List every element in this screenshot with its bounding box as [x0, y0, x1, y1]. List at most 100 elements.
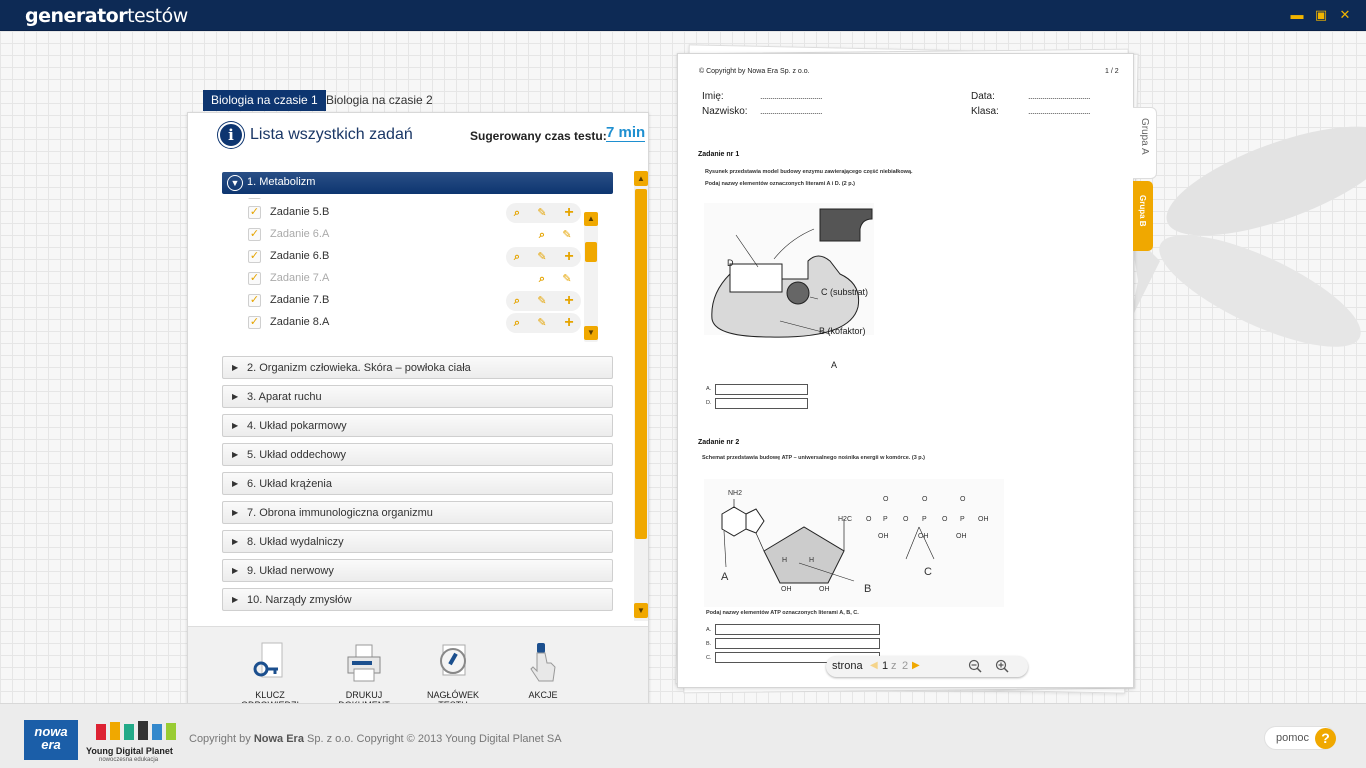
print-button[interactable]: DRUKUJ DOKUMENT [324, 641, 404, 703]
category-row[interactable]: ▶ 4. Układ pokarmowy [222, 414, 613, 437]
task-name[interactable]: Zadanie 6.A [270, 228, 329, 240]
answer-key-button[interactable]: KLUCZ ODPOWIEDZI [230, 641, 310, 703]
scroll-up-icon[interactable]: ▲ [634, 171, 648, 186]
checkbox[interactable]: ✓ [248, 316, 261, 329]
expand-icon: ▶ [232, 566, 239, 575]
footer-copyright: Copyright by Nowa Era Sp. z o.o. Copyrig… [189, 733, 562, 745]
preview-icon[interactable]: ⌕ [509, 293, 525, 309]
title-bar: generatortestów ▬ ▣ ✕ [0, 0, 1366, 31]
edit-icon[interactable]: ✎ [559, 271, 575, 287]
add-icon[interactable]: + [561, 293, 577, 309]
tab-grupa-a[interactable]: Grupa A [1133, 107, 1157, 179]
field-nazwisko: Nazwisko: [702, 106, 748, 117]
o-label: O [866, 516, 872, 523]
task-name[interactable]: Zadanie 5.B [270, 206, 329, 218]
edit-icon[interactable]: ✎ [534, 205, 550, 221]
test-header-button[interactable]: NAGŁÓWEK TESTU [413, 641, 493, 703]
zoom-out-icon[interactable] [968, 659, 982, 673]
preview-icon[interactable]: ⌕ [509, 205, 525, 221]
o-label: O [942, 516, 948, 523]
checkbox[interactable]: ✓ [248, 206, 261, 219]
h2c-label: H2C [838, 516, 853, 523]
preview-icon[interactable]: ⌕ [509, 249, 525, 265]
next-page-icon[interactable]: ▶ [912, 660, 920, 671]
checkbox[interactable]: ✓ [248, 250, 261, 263]
oh-label: OH [781, 586, 792, 593]
category-row[interactable]: ▶ 8. Układ wydalniczy [222, 530, 613, 553]
category-row[interactable]: ▶ 3. Aparat ruchu [222, 385, 613, 408]
actions-button[interactable]: AKCJE [503, 641, 583, 700]
bottom-toolbar: KLUCZ ODPOWIEDZI DRUKUJ DOKUMENT NAGŁÓWE… [188, 626, 648, 703]
page-separator: z [891, 660, 897, 672]
edit-icon[interactable]: ✎ [559, 227, 575, 243]
add-icon[interactable]: + [561, 205, 577, 221]
tab-grupa-b[interactable]: Grupa B [1133, 181, 1153, 251]
help-button[interactable]: pomoc ? [1264, 726, 1336, 750]
task-row: ✓ Zadanie 6.B ⌕ ✎ + [222, 246, 582, 268]
tab-biologia-2[interactable]: Biologia na czasie 2 [318, 90, 441, 111]
task-row: ✓ Zadanie 5.B ⌕ ✎ + [222, 202, 582, 224]
expand-icon: ▶ [232, 508, 239, 517]
preview-icon[interactable]: ⌕ [534, 271, 550, 287]
enzyme-figure [704, 203, 874, 338]
category-metabolizm[interactable]: ▼ 1. Metabolizm [222, 172, 613, 194]
collapse-icon: ▼ [227, 175, 243, 191]
atp-label-a: A [721, 571, 729, 583]
category-label: 5. Układ oddechowy [247, 449, 347, 461]
h-label: H [809, 557, 815, 564]
category-row[interactable]: ▶ 6. Układ krążenia [222, 472, 613, 495]
task1-title: Zadanie nr 1 [698, 151, 740, 158]
edit-icon[interactable]: ✎ [534, 293, 550, 309]
category-row[interactable]: ▶ 2. Organizm człowieka. Skóra – powłoka … [222, 356, 613, 379]
minimize-button[interactable]: ▬ [1290, 8, 1304, 22]
task-name[interactable]: Zadanie 7.B [270, 294, 329, 306]
category-row[interactable]: ▶ 5. Układ oddechowy [222, 443, 613, 466]
sublist-scrollbar[interactable]: ▲ ▼ [584, 212, 598, 342]
info-icon[interactable]: i [218, 122, 244, 148]
task-sublist: ✓ ✓ Zadanie 5.B ⌕ ✎ + ✓ Zadanie 6.A ⌕ ✎ [222, 198, 614, 346]
add-icon[interactable]: + [561, 315, 577, 331]
category-row[interactable]: ▶ 10. Narządy zmysłów [222, 588, 613, 611]
time-value[interactable]: 7 min [606, 125, 646, 142]
category-row[interactable]: ▶ 7. Obrona immunologiczna organizmu [222, 501, 613, 524]
maximize-button[interactable]: ▣ [1314, 8, 1328, 22]
label-c: C (substrat) [821, 287, 869, 297]
add-icon[interactable]: + [561, 249, 577, 265]
expand-icon: ▶ [232, 595, 239, 604]
scroll-thumb[interactable] [585, 242, 597, 262]
edit-icon[interactable]: ✎ [534, 249, 550, 265]
tab-biologia-1[interactable]: Biologia na czasie 1 [203, 90, 326, 111]
expand-icon: ▶ [232, 392, 239, 401]
checkbox[interactable]: ✓ [248, 272, 261, 285]
answer-box [715, 624, 880, 635]
close-button[interactable]: ✕ [1338, 8, 1352, 22]
category-row[interactable]: ▶ 9. Układ nerwowy [222, 559, 613, 582]
p-label: P [960, 516, 965, 523]
scroll-thumb[interactable] [635, 189, 647, 539]
scroll-up-icon[interactable]: ▲ [584, 212, 598, 226]
preview-icon[interactable]: ⌕ [509, 315, 525, 331]
edit-icon[interactable]: ✎ [534, 315, 550, 331]
task-actions: ⌕ ✎ + [506, 313, 581, 333]
zoom-in-icon[interactable] [995, 659, 1009, 673]
checkbox[interactable]: ✓ [248, 294, 261, 307]
ydp-logo: Young Digital Planet nowoczesna edukacja [86, 718, 186, 764]
task-name[interactable]: Zadanie 7.A [270, 272, 329, 284]
checkbox[interactable]: ✓ [248, 198, 261, 199]
prev-page-icon[interactable]: ◀ [870, 660, 878, 671]
scroll-down-icon[interactable]: ▼ [634, 603, 648, 618]
task-name[interactable]: Zadanie 8.A [270, 316, 329, 328]
list-scrollbar[interactable]: ▲ ▼ [634, 171, 648, 621]
field-dots: ............................... [760, 91, 823, 101]
task-name[interactable]: Zadanie 6.B [270, 250, 329, 262]
scroll-down-icon[interactable]: ▼ [584, 326, 598, 340]
category-label: 6. Układ krążenia [247, 478, 332, 490]
expand-icon: ▶ [232, 363, 239, 372]
oh-label: OH [918, 533, 929, 540]
preview-icon[interactable]: ⌕ [534, 227, 550, 243]
answer-key-label: KLUCZ ODPOWIEDZI [241, 690, 299, 703]
task-row: ✓ Zadanie 6.A ⌕ ✎ [222, 224, 582, 246]
ydp-name: Young Digital Planet [86, 746, 173, 756]
checkbox[interactable]: ✓ [248, 228, 261, 241]
category-label: 7. Obrona immunologiczna organizmu [247, 507, 433, 519]
